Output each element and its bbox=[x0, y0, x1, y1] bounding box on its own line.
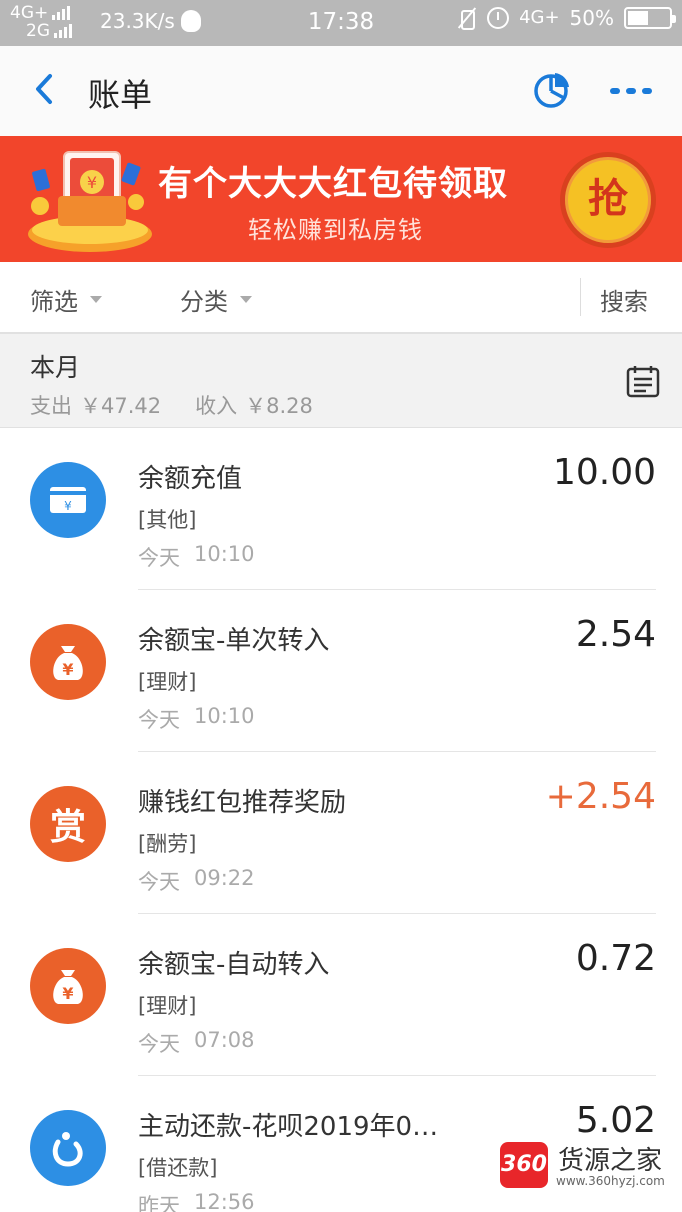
list-item[interactable]: ¥ 余额充值 [其他] 今天 10:10 10.00 bbox=[0, 428, 682, 590]
category-dropdown[interactable]: 分类 bbox=[180, 282, 252, 317]
item-day: 今天 bbox=[138, 708, 180, 732]
item-clock: 07:08 bbox=[194, 1028, 255, 1052]
item-category: [理财] bbox=[138, 994, 197, 1018]
calendar-icon[interactable] bbox=[626, 364, 660, 398]
item-amount: 0.72 bbox=[575, 938, 656, 979]
reward-icon-text: 赏 bbox=[49, 807, 86, 848]
item-name: 主动还款-花呗2019年0… bbox=[138, 1112, 439, 1142]
svg-text:¥: ¥ bbox=[64, 499, 72, 513]
item-amount: +2.54 bbox=[545, 776, 656, 817]
month-stats: 支出 ￥47.42 收入 ￥8.28 bbox=[30, 390, 313, 420]
item-clock: 10:10 bbox=[194, 542, 255, 566]
category-label: 分类 bbox=[180, 288, 228, 316]
svg-text:¥: ¥ bbox=[62, 660, 73, 679]
banner-subtitle: 轻松赚到私房钱 bbox=[248, 216, 423, 244]
month-title: 本月 bbox=[30, 353, 81, 382]
status-bar: 4G+ 2G 23.3K/s 17:38 4G+ 50% bbox=[0, 0, 682, 46]
filter-dropdown[interactable]: 筛选 bbox=[30, 282, 102, 317]
item-day: 今天 bbox=[138, 870, 180, 894]
svg-text:¥: ¥ bbox=[87, 173, 97, 192]
reward-icon: 赏 bbox=[30, 786, 106, 862]
caret-down-icon bbox=[90, 296, 102, 303]
more-dots-icon[interactable] bbox=[610, 84, 654, 98]
item-time: 今天 09:22 bbox=[138, 866, 255, 896]
card-icon: ¥ bbox=[30, 462, 106, 538]
item-time: 今天 10:10 bbox=[138, 704, 255, 734]
promo-banner[interactable]: ¥ 有个大大大红包待领取 轻松赚到私房钱 抢 bbox=[0, 136, 682, 262]
page-title: 账单 bbox=[88, 76, 153, 114]
item-time: 今天 07:08 bbox=[138, 1028, 255, 1058]
red-envelope-icon: ¥ bbox=[28, 151, 152, 252]
divider bbox=[580, 278, 581, 316]
expense-label: 支出 bbox=[30, 394, 72, 418]
list-item[interactable]: ¥ 余额宝-单次转入 [理财] 今天 10:10 2.54 bbox=[0, 590, 682, 752]
battery-fill bbox=[628, 11, 648, 25]
grab-button[interactable]: 抢 bbox=[560, 152, 656, 248]
money-bag-icon: ¥ bbox=[30, 948, 106, 1024]
alarm-icon bbox=[487, 7, 510, 29]
filter-bar: 筛选 分类 搜索 bbox=[0, 262, 682, 334]
item-amount: 2.54 bbox=[575, 614, 656, 655]
item-category: [借还款] bbox=[138, 1156, 218, 1180]
money-bag-icon: ¥ bbox=[30, 624, 106, 700]
income-label: 收入 bbox=[195, 394, 238, 418]
item-name: 余额宝-自动转入 bbox=[138, 950, 330, 980]
back-arrow-icon[interactable] bbox=[28, 72, 62, 106]
item-time: 昨天 12:56 bbox=[138, 1190, 255, 1212]
item-amount: 5.02 bbox=[575, 1100, 656, 1141]
item-category: [酬劳] bbox=[138, 832, 197, 856]
list-item[interactable]: 赏 赚钱红包推荐奖励 [酬劳] 今天 09:22 +2.54 bbox=[0, 752, 682, 914]
item-name: 赚钱红包推荐奖励 bbox=[138, 788, 347, 818]
list-item[interactable]: ¥ 余额宝-自动转入 [理财] 今天 07:08 0.72 bbox=[0, 914, 682, 1076]
item-amount: 10.00 bbox=[552, 452, 656, 493]
expense-value: ￥47.42 bbox=[80, 394, 162, 418]
month-summary: 本月 支出 ￥47.42 收入 ￥8.28 bbox=[0, 334, 682, 428]
item-clock: 10:10 bbox=[194, 704, 255, 728]
network-type-right: 4G+ bbox=[519, 7, 560, 28]
mute-icon bbox=[457, 7, 477, 30]
huabei-icon bbox=[30, 1110, 106, 1186]
transaction-list: ¥ 余额充值 [其他] 今天 10:10 10.00 ¥ 余额宝-单次转入 [理财… bbox=[0, 428, 682, 1212]
watermark: 360 货源之家 www.360hyzj.com bbox=[498, 1138, 682, 1202]
caret-down-icon bbox=[240, 296, 252, 303]
pie-chart-icon[interactable] bbox=[532, 70, 572, 110]
item-category: [理财] bbox=[138, 670, 197, 694]
svg-text:¥: ¥ bbox=[62, 984, 73, 1003]
income-value: ￥8.28 bbox=[245, 394, 313, 418]
item-day: 今天 bbox=[138, 546, 180, 570]
app-header: 账单 bbox=[0, 46, 682, 136]
battery-percent: 50% bbox=[569, 6, 614, 30]
item-time: 今天 10:10 bbox=[138, 542, 255, 572]
item-name: 余额宝-单次转入 bbox=[138, 626, 330, 656]
item-clock: 09:22 bbox=[194, 866, 255, 890]
item-name: 余额充值 bbox=[138, 464, 243, 494]
watermark-text: 货源之家 bbox=[558, 1146, 663, 1176]
item-day: 昨天 bbox=[138, 1194, 180, 1212]
watermark-logo: 360 bbox=[500, 1142, 548, 1188]
item-category: [其他] bbox=[138, 508, 197, 532]
item-day: 今天 bbox=[138, 1032, 180, 1056]
status-right: 4G+ 50% bbox=[457, 6, 676, 30]
item-clock: 12:56 bbox=[194, 1190, 255, 1212]
battery-icon bbox=[624, 7, 676, 29]
search-button[interactable]: 搜索 bbox=[600, 282, 648, 317]
filter-label: 筛选 bbox=[30, 288, 78, 316]
watermark-url: www.360hyzj.com bbox=[556, 1174, 665, 1188]
banner-title: 有个大大大红包待领取 bbox=[158, 164, 508, 204]
